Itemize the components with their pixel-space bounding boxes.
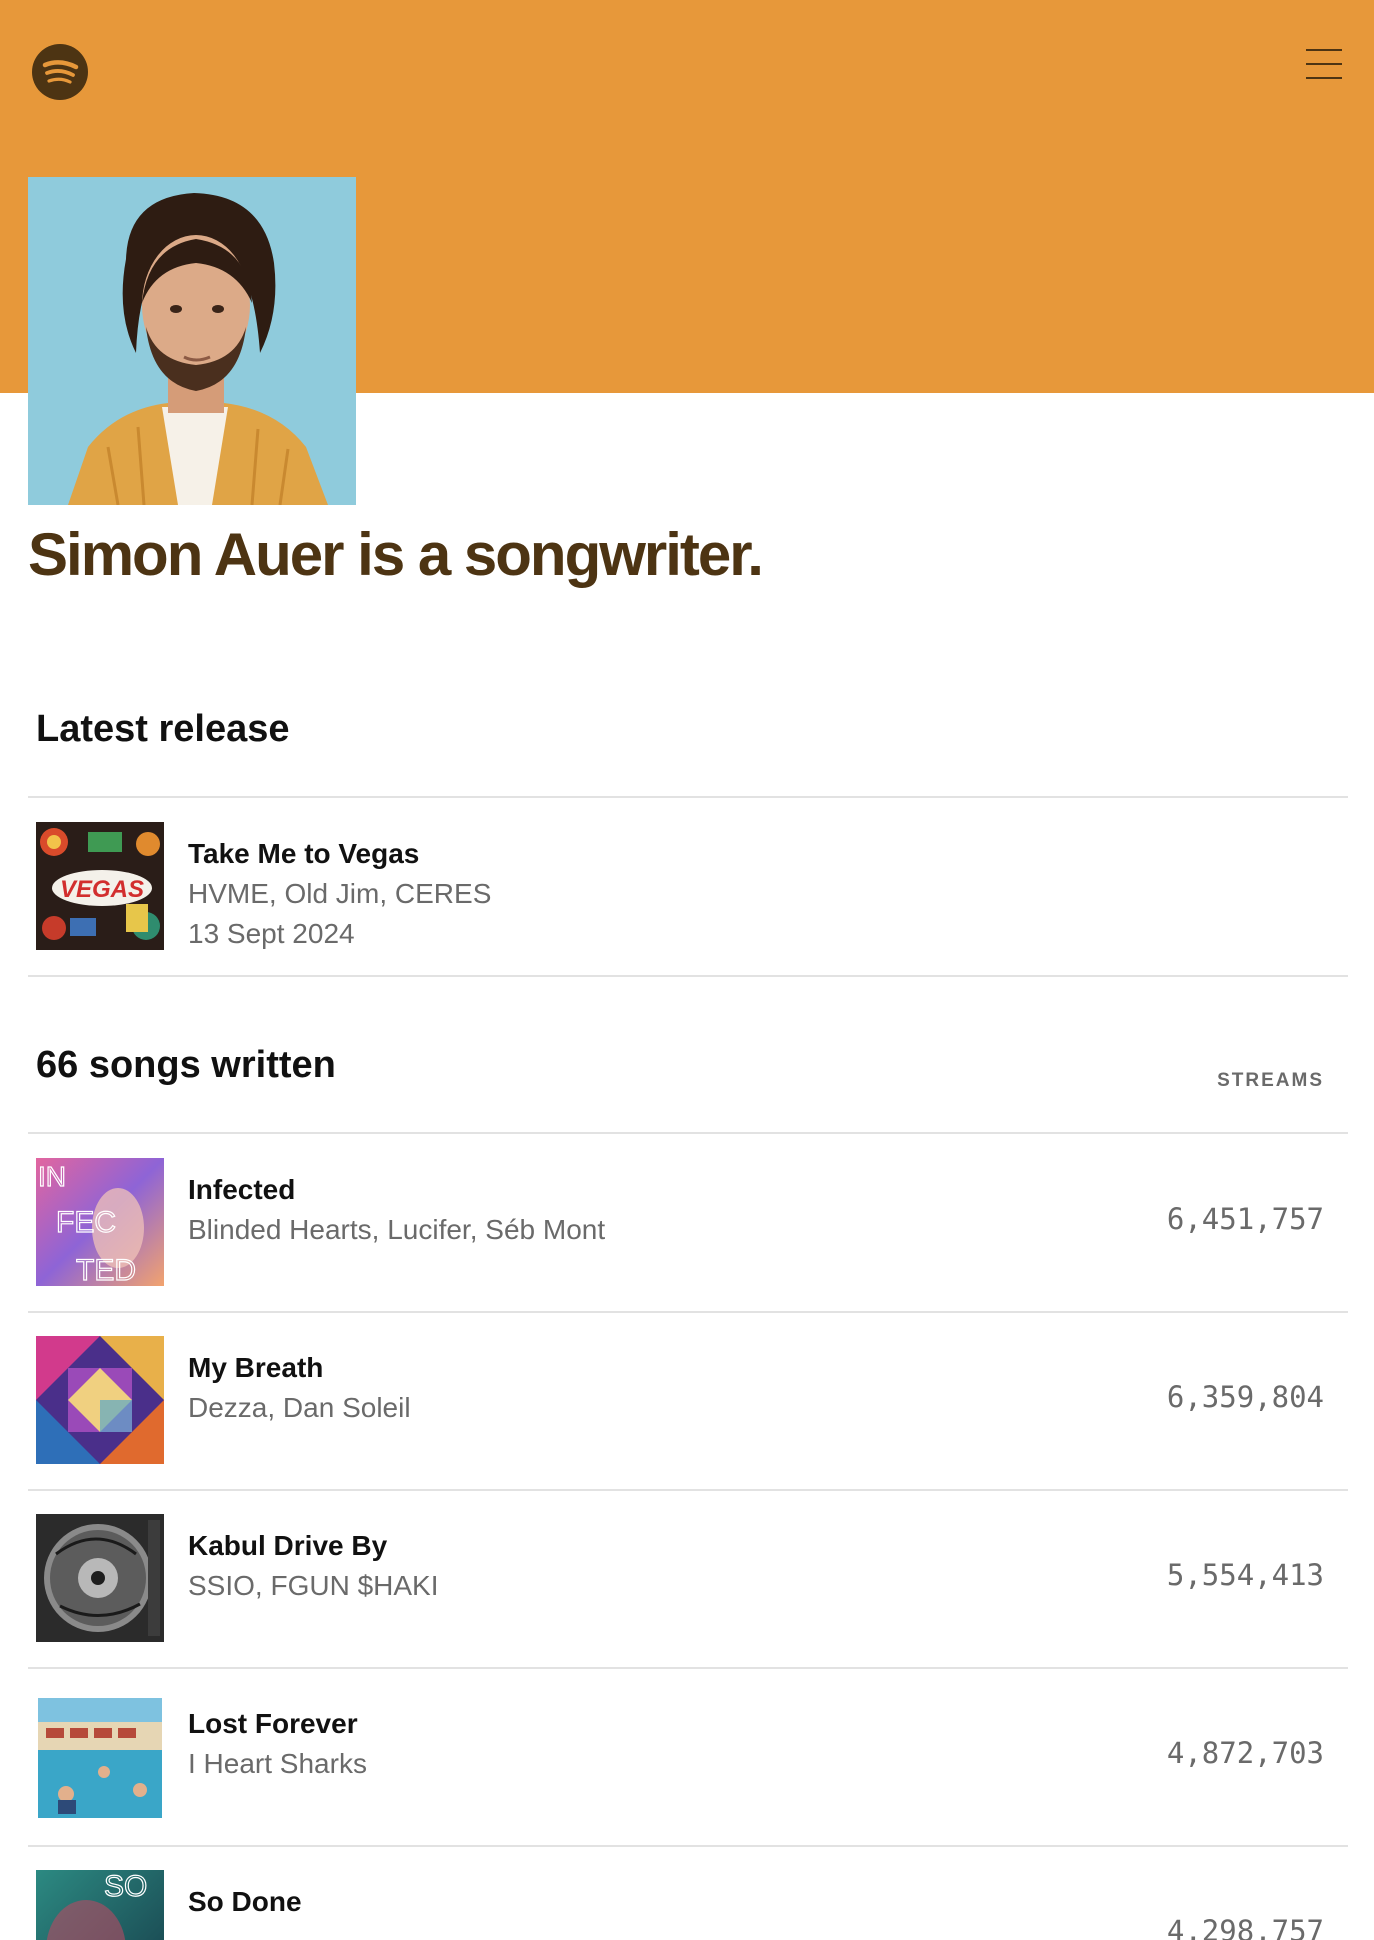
song-streams: 5,554,413 [1166, 1558, 1324, 1592]
song-streams: 4,298,757 [1166, 1914, 1324, 1940]
cover-text: IN [38, 1161, 66, 1192]
song-artists: Dezza, Dan Soleil [188, 1392, 411, 1423]
artist-portrait [28, 177, 356, 505]
song-artists: Blinded Hearts, Lucifer, Séb Mont [188, 1214, 606, 1245]
song-title[interactable]: So Done [188, 1882, 302, 1922]
album-cover-kabul-drive-by [36, 1514, 164, 1642]
song-row[interactable]: My Breath Dezza, Dan Soleil 6,359,804 [28, 1312, 1348, 1488]
album-cover-my-breath [36, 1336, 164, 1464]
cover-text: SO [104, 1870, 147, 1903]
latest-release-title[interactable]: Take Me to Vegas [188, 834, 491, 874]
song-artists: I Heart Sharks [188, 1748, 367, 1779]
song-text: My Breath Dezza, Dan Soleil [188, 1348, 411, 1428]
album-cover-lost-forever [36, 1692, 164, 1820]
album-cover-take-me-to-vegas: VEGAS [36, 822, 164, 950]
song-row[interactable]: Kabul Drive By SSIO, FGUN $HAKI 5,554,41… [28, 1490, 1348, 1666]
song-row[interactable]: Lost Forever I Heart Sharks 4,872,703 [28, 1668, 1348, 1844]
latest-release-heading: Latest release [36, 708, 290, 750]
streams-column-header: STREAMS [1217, 1070, 1324, 1091]
cover-text: FEC [56, 1206, 116, 1239]
song-title[interactable]: Kabul Drive By [188, 1526, 439, 1566]
song-streams: 6,359,804 [1166, 1380, 1324, 1414]
album-cover-infected: IN FEC TED [36, 1158, 164, 1286]
page-title: Simon Auer is a songwriter. [28, 521, 764, 588]
song-artists: SSIO, FGUN $HAKI [188, 1570, 439, 1601]
song-text: Lost Forever I Heart Sharks [188, 1704, 367, 1784]
song-streams: 4,872,703 [1166, 1736, 1324, 1770]
song-text: So Done [188, 1882, 302, 1922]
divider [28, 975, 1348, 977]
song-title[interactable]: Infected [188, 1170, 605, 1210]
latest-release-item[interactable]: VEGAS Take Me to Vegas HVME, Old Jim, CE… [28, 798, 1348, 974]
song-row[interactable]: SO So Done 4,298,757 [28, 1846, 1348, 1940]
hamburger-menu-icon[interactable] [1304, 46, 1344, 82]
song-title[interactable]: Lost Forever [188, 1704, 367, 1744]
song-streams: 6,451,757 [1166, 1202, 1324, 1236]
latest-release-text: Take Me to Vegas HVME, Old Jim, CERES 13… [188, 834, 491, 954]
song-row[interactable]: IN FEC TED Infected Blinded Hearts, Luci… [28, 1134, 1348, 1310]
songs-written-heading: 66 songs written [36, 1044, 336, 1086]
spotify-logo-icon[interactable] [32, 44, 88, 100]
latest-release-date: 13 Sept 2024 [188, 918, 355, 949]
latest-release-artists: HVME, Old Jim, CERES [188, 878, 492, 909]
svg-text:VEGAS: VEGAS [60, 876, 144, 903]
song-title[interactable]: My Breath [188, 1348, 411, 1388]
album-cover-so-done: SO [36, 1870, 164, 1940]
cover-text: TED [76, 1254, 136, 1286]
song-text: Infected Blinded Hearts, Lucifer, Séb Mo… [188, 1170, 605, 1250]
songwriter-page: Simon Auer is a songwriter. Latest relea… [0, 0, 1374, 1940]
song-text: Kabul Drive By SSIO, FGUN $HAKI [188, 1526, 439, 1606]
